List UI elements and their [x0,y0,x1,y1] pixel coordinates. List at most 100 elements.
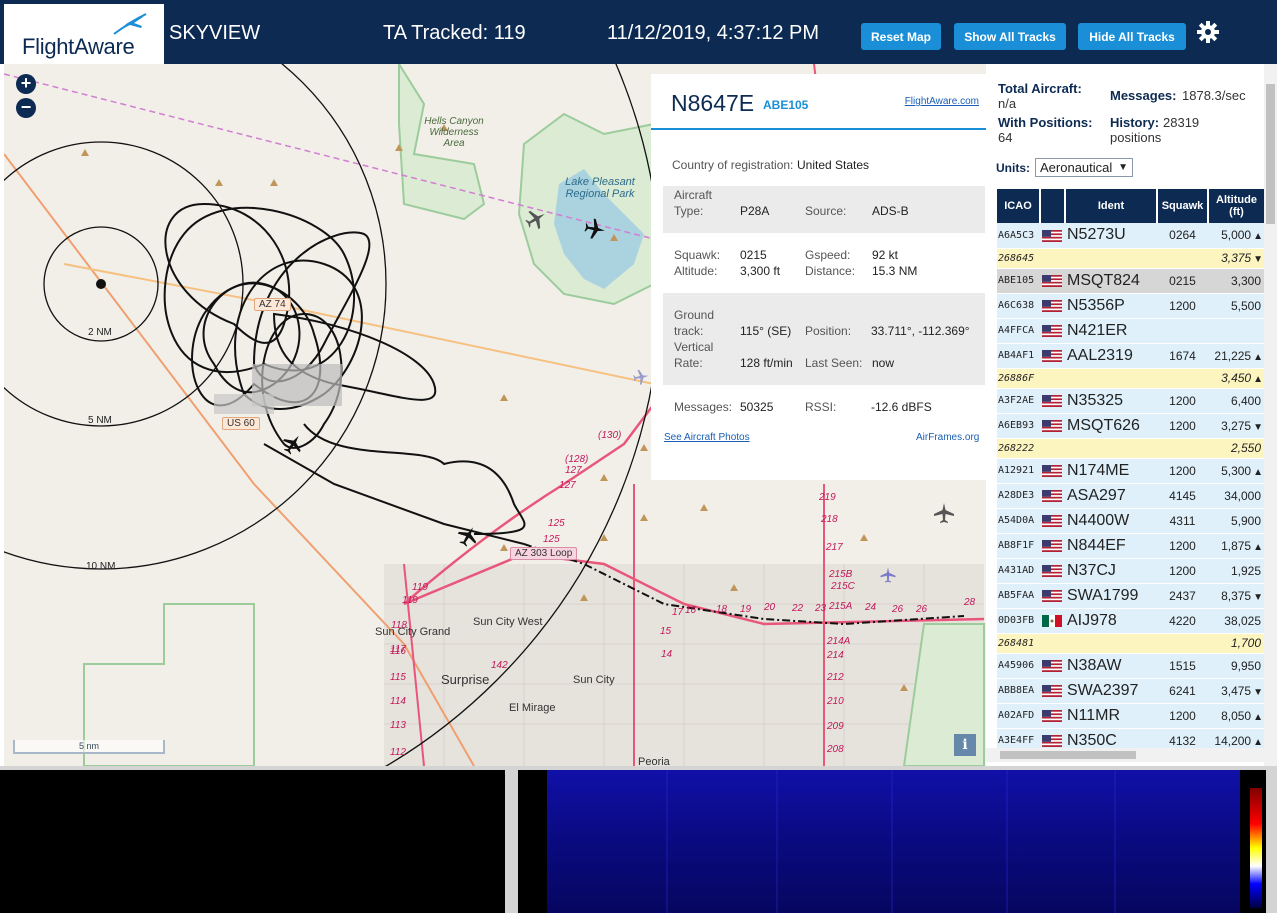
squawk-cell: 2437 [1157,583,1208,609]
units-select[interactable]: Aeronautical ▼ [1035,158,1133,177]
us-flag-icon [1042,540,1062,553]
table-row[interactable]: A3F2AE N35325 1200 6,400 [997,388,1265,414]
table-row[interactable]: 0D03FB AIJ978 4220 38,025 [997,608,1265,634]
rssi-label: RSSI: [805,400,837,414]
city-label: Surprise [441,672,490,687]
table-row[interactable]: 268481 1,700 [997,633,1265,654]
aircraft-icon[interactable] [632,368,650,386]
vertical-scrollbar[interactable] [1264,64,1277,766]
source-label: Source: [805,204,847,218]
table-row[interactable]: 268222 2,550 [997,438,1265,459]
aircraft-photos-link[interactable]: See Aircraft Photos [664,432,750,443]
icao-cell: 268645 [997,248,1040,269]
table-row[interactable]: A12921 N174ME 1200 5,300 ▲ [997,458,1265,484]
ident-cell [1065,368,1157,389]
ident-cell: N35325 [1065,388,1157,414]
aircraft-icon[interactable] [583,217,607,241]
messages-value: 50325 [740,400,774,414]
table-row[interactable]: 268645 3,375 ▼ [997,248,1265,269]
table-row[interactable]: A02AFD N11MR 1200 8,050 ▲ [997,703,1265,729]
col-ident[interactable]: Ident [1065,189,1158,223]
history-label: History: [1110,115,1160,130]
altitude-value: 21,225 [1214,348,1252,363]
route-number: 212 [827,672,844,683]
table-row[interactable]: 26886F 3,450 ▲ [997,368,1265,389]
table-row[interactable]: AB5FAA SWA1799 2437 8,375 ▼ [997,583,1265,609]
town-label: Sun City West [473,616,543,628]
messages-label: Messages: [674,400,733,414]
table-header-row: ICAO Ident Squawk Altitude (ft) [997,189,1266,223]
icao-cell: A28DE3 [997,483,1040,509]
col-icao[interactable]: ICAO [997,189,1041,223]
table-row[interactable]: A6C638 N5356P 1200 5,500 [997,293,1265,319]
ident-cell: MSQT626 [1065,413,1157,439]
table-row[interactable]: AB4AF1 AAL2319 1674 21,225 ▲ [997,343,1265,369]
icao-cell: AB5FAA [997,583,1040,609]
flag-cell [1040,268,1065,294]
table-row[interactable]: A28DE3 ASA297 4145 34,000 [997,483,1265,509]
route-number: 119 [412,582,428,593]
table-row[interactable]: AB8F1F N844EF 1200 1,875 ▲ [997,533,1265,559]
info-button[interactable]: i [954,734,976,756]
gspeed-value: 92 kt [872,248,899,262]
squawk-cell: 1200 [1157,558,1208,584]
hide-all-tracks-button[interactable]: Hide All Tracks [1078,23,1186,50]
chevron-down-icon: ▼ [1118,162,1128,173]
flag-cell [1040,368,1065,389]
route-number: 142 [491,660,508,671]
col-flag[interactable] [1040,189,1066,223]
show-all-tracks-button[interactable]: Show All Tracks [954,23,1066,50]
zoom-in-button[interactable]: + [16,74,36,94]
table-row[interactable]: A431AD N37CJ 1200 1,925 [997,558,1265,584]
selected-aircraft-icon[interactable] [456,524,480,548]
horizontal-scrollbar[interactable] [986,748,1264,762]
scrollbar-thumb[interactable] [1266,84,1275,224]
aircraft-icon[interactable] [932,501,956,525]
altitude-trend-icon: ▲ [1253,466,1263,478]
altitude-value: 3,275 [1221,418,1252,433]
table-row[interactable]: ABE105 MSQT824 0215 3,300 [997,268,1265,294]
col-squawk[interactable]: Squawk [1157,189,1209,223]
altitude-value: 9,950 [1230,658,1261,673]
squawk-cell: 1200 [1157,533,1208,559]
table-row[interactable]: ABB8EA SWA2397 6241 3,475 ▼ [997,678,1265,704]
altitude-value: 2,550 [1230,441,1261,455]
scrollbar-thumb[interactable] [1000,751,1136,759]
reset-map-button[interactable]: Reset Map [861,23,941,50]
lake-label: Lake Pleasant Regional Park [565,176,635,200]
altitude-cell: 38,025 [1208,608,1265,634]
route-number: (128) [565,454,589,465]
aircraft-icon[interactable] [281,432,305,456]
rssi-value: -12.6 dBFS [871,400,932,414]
airframes-link[interactable]: AirFrames.org [916,432,979,443]
video-gutter [518,770,547,913]
flightaware-link[interactable]: FlightAware.com [905,96,979,107]
flag-cell [1040,583,1065,609]
route-number: 125 [548,518,565,529]
icao-cell: A3F2AE [997,388,1040,414]
position-label: Position: [805,324,852,338]
table-row[interactable]: A4FFCA N421ER [997,318,1265,344]
source-value: ADS-B [872,204,909,218]
route-number: 214A [827,636,851,647]
squawk-cell: 1200 [1157,293,1208,319]
altitude-trend-icon: ▲ [1253,231,1263,243]
table-row[interactable]: A54D0A N4400W 4311 5,900 [997,508,1265,534]
icao-cell: A431AD [997,558,1040,584]
aircraft-icon[interactable] [524,207,548,231]
flag-cell [1040,483,1065,509]
zoom-out-button[interactable]: − [16,98,36,118]
route-number: 15 [660,626,672,637]
table-row[interactable]: A6EB93 MSQT626 1200 3,275 ▼ [997,413,1265,439]
route-number: 215B [829,569,853,580]
icao-cell: ABE105 [997,268,1040,294]
col-altitude[interactable]: Altitude (ft) [1208,189,1266,223]
mexico-flag-icon [1042,615,1062,628]
gear-icon[interactable] [1196,20,1220,44]
route-number: 113 [390,720,406,731]
ident-cell [1065,633,1157,654]
table-row[interactable]: A6A5C3 N5273U 0264 5,000 ▲ [997,223,1265,249]
table-row[interactable]: A45906 N38AW 1515 9,950 [997,653,1265,679]
flightaware-logo[interactable]: FlightAware [4,4,164,64]
route-number: 112 [390,747,406,758]
